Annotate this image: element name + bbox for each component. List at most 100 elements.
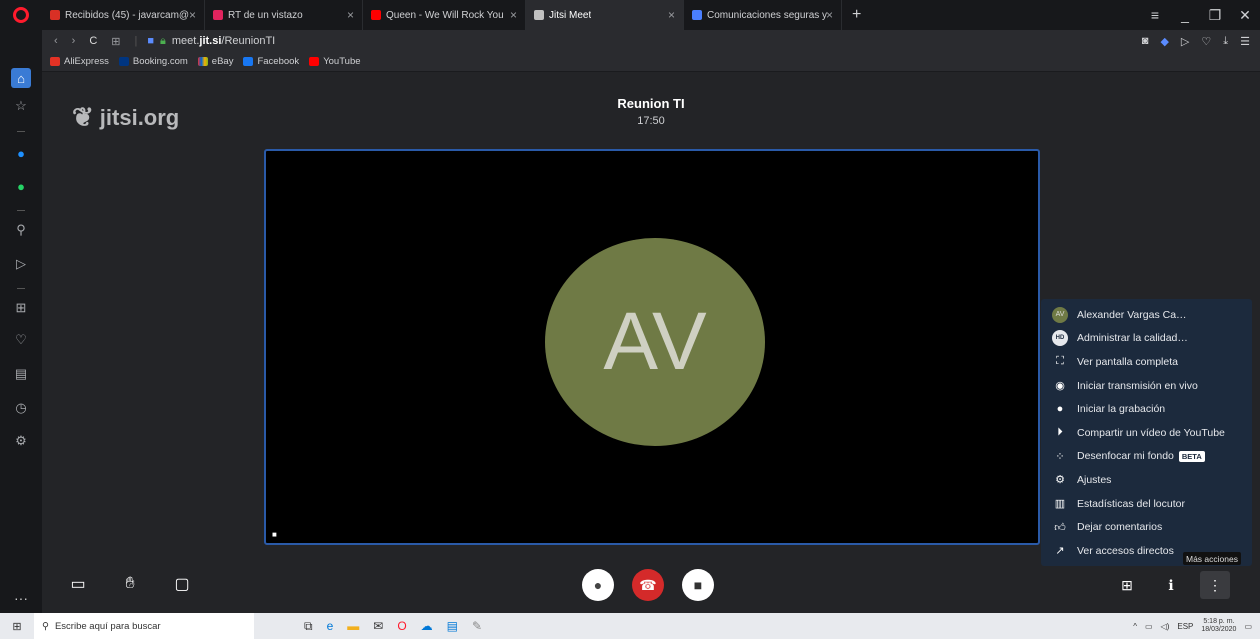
menu-item-profile[interactable]: AV Alexander Vargas Ca… — [1041, 303, 1252, 327]
bookmark-label: eBay — [211, 56, 234, 67]
flow-icon[interactable]: ▷ — [11, 254, 31, 274]
bookmark-booking[interactable]: Booking.com — [118, 56, 188, 67]
minimize-icon[interactable]: _ — [1170, 7, 1200, 23]
volume-icon[interactable]: ◁) — [1161, 622, 1170, 631]
mute-button[interactable]: ● — [582, 569, 614, 601]
windows-start-icon[interactable]: ⊞ — [0, 613, 34, 639]
tab-comunicaciones[interactable]: Comunicaciones seguras y × — [684, 0, 842, 30]
more-actions-button[interactable]: ⋮ — [1200, 571, 1230, 599]
close-tab-icon[interactable]: × — [510, 8, 517, 22]
camera-button[interactable]: ■ — [682, 569, 714, 601]
forward-icon[interactable]: › — [72, 35, 76, 47]
history-icon[interactable]: ◷ — [11, 398, 31, 418]
opera-sidebar: ⌂ ☆ ● ● ⚲ ▷ ⊞ ♡ ▤ ◷ ⚙ ··· — [0, 30, 42, 613]
chat-button[interactable]: ▢ — [168, 571, 196, 597]
home-icon[interactable]: ⌂ — [11, 68, 31, 88]
camera-off-icon: ■ — [693, 577, 703, 593]
notifications-icon[interactable]: ▭ — [1244, 622, 1252, 631]
language-indicator[interactable]: ESP — [1177, 622, 1193, 631]
video-tile[interactable]: AV ■ — [264, 149, 1040, 545]
bookmark-label: Booking.com — [132, 56, 188, 67]
tab-jitsi[interactable]: Jitsi Meet × — [526, 0, 684, 30]
menu-item-label: Iniciar la grabación — [1077, 403, 1166, 416]
network-icon[interactable]: ▭ — [1145, 622, 1153, 631]
close-tab-icon[interactable]: × — [826, 8, 833, 22]
tab-search-icon[interactable]: ≡ — [1140, 7, 1170, 23]
close-window-icon[interactable]: ✕ — [1230, 7, 1260, 24]
onedrive-icon[interactable]: ☁ — [421, 619, 433, 633]
menu-item-settings[interactable]: ⚙ Ajustes — [1041, 468, 1252, 492]
menu-item-share-youtube[interactable]: ⏵ Compartir un vídeo de YouTube — [1041, 421, 1252, 445]
more-vertical-icon: ⋮ — [1208, 576, 1222, 593]
site-icon — [692, 10, 702, 20]
bookmark-facebook[interactable]: Facebook — [243, 56, 299, 67]
bookmarks-star-icon[interactable]: ☆ — [11, 96, 31, 116]
tab-rt[interactable]: RT de un vistazo × — [205, 0, 363, 30]
taskbar-clock[interactable]: 5:18 p. m. 18/03/2020 — [1201, 618, 1236, 634]
close-tab-icon[interactable]: × — [189, 8, 196, 22]
maximize-icon[interactable]: ❐ — [1200, 7, 1230, 24]
tab-label: Queen - We Will Rock You — [386, 9, 504, 21]
screenshare-button[interactable]: ▭ — [64, 571, 92, 597]
taskbar-search[interactable]: ⚲ Escribe aquí para buscar — [34, 613, 254, 639]
new-tab-button[interactable]: + — [842, 6, 871, 24]
close-tab-icon[interactable]: × — [668, 8, 675, 22]
edge-icon[interactable]: e — [327, 619, 334, 633]
jitsi-icon — [534, 10, 544, 20]
vpn-icon[interactable]: ◆ — [1160, 35, 1168, 48]
speed-dial-icon[interactable]: ⊞ — [11, 298, 31, 318]
mail-icon[interactable]: ✉ — [373, 619, 383, 633]
heart-icon[interactable]: ♡ — [1201, 35, 1211, 48]
easy-setup-icon[interactable]: ☰ — [1240, 35, 1250, 48]
tray-chevron-icon[interactable]: ^ — [1133, 622, 1137, 631]
raise-hand-button[interactable]: ✋︎ — [116, 571, 144, 597]
notepad-icon[interactable]: ▤ — [447, 619, 458, 633]
tab-youtube[interactable]: Queen - We Will Rock You × — [363, 0, 526, 30]
settings-icon[interactable]: ⚙ — [11, 431, 31, 451]
send-icon[interactable]: ▷ — [1181, 35, 1189, 48]
hangup-button[interactable]: ☎ — [632, 569, 664, 601]
info-button[interactable]: ℹ — [1156, 571, 1186, 599]
file-explorer-icon[interactable]: ▬ — [347, 619, 359, 633]
menu-item-blur[interactable]: ⁘ Desenfocar mi fondo BETA — [1041, 445, 1252, 469]
menu-item-livestream[interactable]: ◉ Iniciar transmisión en vivo — [1041, 374, 1252, 398]
menu-item-feedback[interactable]: 👍︎ Dejar comentarios — [1041, 515, 1252, 539]
menu-item-quality[interactable]: HD Administrar la calidad… — [1041, 327, 1252, 351]
tile-view-button[interactable]: ⊞ — [1112, 571, 1142, 599]
download-icon[interactable]: ⤓ — [1223, 35, 1228, 48]
search-icon[interactable]: ⚲ — [11, 220, 31, 240]
close-tab-icon[interactable]: × — [347, 8, 354, 22]
news-icon[interactable]: ▤ — [11, 364, 31, 384]
microphone-icon: ● — [593, 577, 603, 593]
paint-icon[interactable]: ✎ — [472, 619, 482, 633]
url-path: /ReunionTI — [221, 35, 276, 47]
bookmark-youtube[interactable]: YouTube — [309, 56, 361, 67]
aliexpress-icon — [50, 57, 60, 66]
heart-icon[interactable]: ♡ — [11, 330, 31, 350]
menu-item-fullscreen[interactable]: ⛶ Ver pantalla completa — [1041, 350, 1252, 374]
tab-label: Comunicaciones seguras y — [707, 9, 828, 21]
stats-icon: ▥ — [1054, 498, 1066, 511]
task-view-icon[interactable]: ⧉ — [304, 619, 313, 634]
tab-gmail[interactable]: Recibidos (45) - javarcam@ × — [42, 0, 205, 30]
menu-item-label: Dejar comentarios — [1077, 521, 1163, 534]
sidebar-more-icon[interactable]: ··· — [0, 583, 42, 613]
back-icon[interactable]: ‹ — [54, 35, 58, 47]
menu-item-label: Ver accesos directos — [1077, 544, 1174, 557]
reload-icon[interactable]: C — [89, 35, 97, 47]
bookmark-aliexpress[interactable]: AliExpress — [50, 56, 109, 67]
bookmarks-bar: AliExpress Booking.com eBay Facebook You… — [42, 52, 1260, 72]
snapshot-icon[interactable]: ◙ — [1142, 35, 1149, 48]
browser-tab-bar: Recibidos (45) - javarcam@ × RT de un vi… — [0, 0, 1260, 30]
menu-item-stats[interactable]: ▥ Estadísticas del locutor — [1041, 492, 1252, 516]
lock-icon: 🔒︎ — [160, 34, 166, 47]
messenger-icon[interactable]: ● — [11, 143, 31, 163]
menu-item-recording[interactable]: ● Iniciar la grabación — [1041, 397, 1252, 421]
address-bar-actions: ◙ ◆ ▷ ♡ ⤓ ☰ — [1142, 35, 1250, 48]
opera-menu-button[interactable] — [0, 0, 42, 30]
speed-dial-icon[interactable]: ⊞ — [111, 35, 120, 48]
url-field[interactable]: ■ 🔒︎ meet.jit.si/ReunionTI — [147, 35, 275, 48]
whatsapp-icon[interactable]: ● — [11, 176, 31, 196]
bookmark-ebay[interactable]: eBay — [197, 56, 234, 67]
opera-icon[interactable]: O — [397, 619, 406, 633]
